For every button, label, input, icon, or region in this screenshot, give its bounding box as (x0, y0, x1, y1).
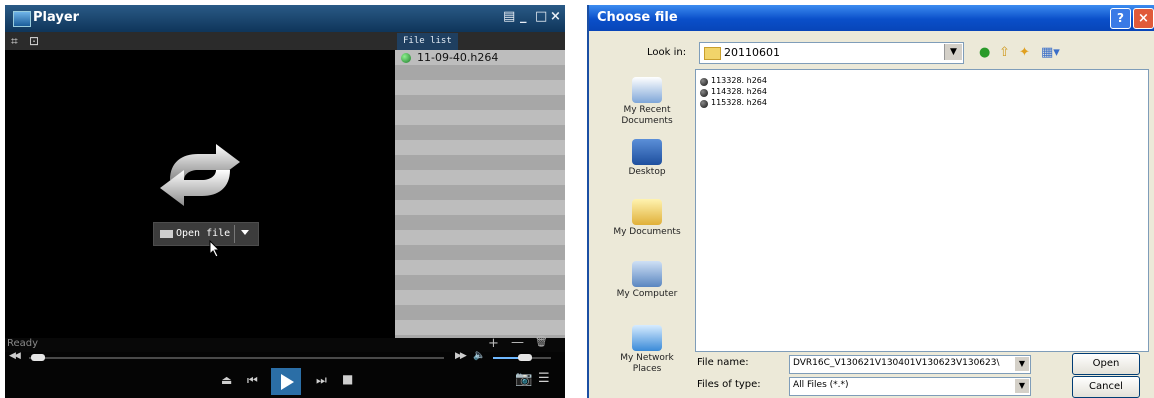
file-name-label: File name: (697, 357, 749, 368)
folder-icon (704, 47, 721, 60)
back-icon[interactable]: ● (979, 45, 990, 60)
fullscreen-icon[interactable]: ⌗ (11, 34, 18, 49)
video-file-icon (700, 100, 708, 108)
fast-forward-icon[interactable]: ▶▶ (455, 351, 467, 361)
menu-icon[interactable]: ▤ (503, 9, 515, 24)
open-button[interactable]: Open (1072, 353, 1140, 375)
player-toolbar: ⌗ ⊡ (5, 32, 395, 50)
close-button[interactable]: × (550, 9, 561, 24)
seek-handle[interactable] (31, 354, 45, 361)
mouse-cursor-icon (209, 240, 221, 258)
recent-documents-icon (632, 77, 662, 103)
open-file-button[interactable]: Open file (153, 222, 259, 246)
list-icon[interactable]: ☰ (538, 371, 550, 386)
repeat-icon (160, 144, 240, 206)
dialog-title-bar: Choose file ? × (589, 5, 1154, 31)
place-label: My Recent Documents (621, 105, 673, 126)
add-icon[interactable]: + (488, 336, 499, 351)
rewind-icon[interactable]: ◀◀ (9, 351, 21, 361)
desktop-icon (632, 139, 662, 165)
chevron-down-icon[interactable]: ▼ (1015, 357, 1029, 371)
camera-icon[interactable]: 📷 (515, 371, 532, 387)
choose-file-dialog: Choose file ? × Look in: 20110601 ▼ ● ⇧ … (587, 5, 1154, 398)
play-button[interactable] (271, 368, 301, 395)
look-in-label: Look in: (647, 47, 687, 58)
seek-bar[interactable] (29, 357, 444, 359)
view-menu-icon[interactable]: ▦▾ (1041, 45, 1060, 60)
player-title-bar: Player ▤ _ □ × (5, 5, 565, 32)
tab-file-list[interactable]: File list (397, 33, 458, 50)
eject-icon[interactable]: ⏏ (221, 373, 232, 387)
files-of-type-label: Files of type: (697, 379, 761, 390)
next-icon[interactable]: ⏭ (316, 373, 327, 388)
place-my-documents[interactable]: My Documents (607, 199, 687, 238)
chevron-down-icon[interactable] (241, 230, 249, 235)
player-app-icon (13, 11, 31, 27)
file-list: 11-09-40.h264 (395, 50, 565, 338)
playback-controls: ⏏ ⏮ ⏭ ■ 📷 ☰ (5, 364, 565, 398)
files-of-type-value: All Files (*.*) (793, 380, 849, 390)
file-name: 114328. h264 (711, 87, 767, 96)
dialog-title: Choose file (597, 10, 678, 25)
place-label: My Network Places (620, 353, 674, 374)
chevron-down-icon[interactable]: ▼ (944, 44, 962, 60)
place-label: My Computer (616, 289, 678, 299)
player-window: Player ▤ _ □ × ⌗ ⊡ Open file File list 1… (5, 5, 565, 398)
player-title: Player (33, 10, 80, 25)
folder-icon (160, 230, 173, 238)
divider (234, 225, 235, 243)
volume-handle[interactable] (518, 354, 532, 361)
files-of-type-select[interactable]: All Files (*.*) ▼ (789, 377, 1031, 396)
file-browser-list[interactable]: 113328. h264 114328. h264 115328. h264 (695, 69, 1149, 352)
maximize-button[interactable]: □ (535, 9, 547, 24)
places-bar: My Recent Documents Desktop My Documents… (607, 69, 687, 394)
place-desktop[interactable]: Desktop (607, 139, 687, 178)
remove-icon[interactable]: — (511, 335, 524, 350)
place-my-computer[interactable]: My Computer (607, 261, 687, 300)
file-list-panel: File list 11-09-40.h264 (395, 32, 565, 338)
file-name-field[interactable]: DVR16C_V130621V130401V130623V130623\ ▼ (789, 355, 1031, 374)
video-file-icon (700, 89, 708, 97)
minimize-button[interactable]: _ (520, 9, 527, 24)
look-in-select[interactable]: 20110601 ▼ (699, 42, 964, 64)
stop-icon[interactable]: ■ (342, 372, 353, 386)
help-button[interactable]: ? (1110, 8, 1131, 29)
speaker-icon[interactable]: 🔈 (473, 350, 485, 361)
my-documents-icon (632, 199, 662, 225)
my-computer-icon (632, 261, 662, 287)
new-folder-icon[interactable]: ✦ (1019, 45, 1030, 60)
file-name: 113328. h264 (711, 76, 767, 85)
dialog-close-button[interactable]: × (1133, 8, 1154, 29)
place-network[interactable]: My Network Places (607, 325, 687, 375)
window-mode-icon[interactable]: ⊡ (29, 34, 39, 48)
cancel-button[interactable]: Cancel (1072, 376, 1140, 398)
file-list-tabbar: File list (395, 32, 565, 50)
volume-level (493, 357, 519, 359)
file-name-value: DVR16C_V130621V130401V130623V130623\ (793, 358, 1000, 368)
previous-icon[interactable]: ⏮ (247, 373, 258, 388)
video-file-icon (700, 78, 708, 86)
status-text: Ready (7, 338, 39, 349)
list-item[interactable]: 11-09-40.h264 (395, 50, 565, 66)
place-label: My Documents (613, 227, 681, 237)
file-name: 11-09-40.h264 (417, 51, 499, 64)
video-file-icon (401, 53, 411, 63)
place-label: Desktop (628, 167, 666, 177)
chevron-down-icon[interactable]: ▼ (1015, 379, 1029, 393)
place-recent-documents[interactable]: My Recent Documents (607, 77, 687, 127)
seek-row: ◀◀ ▶▶ 🔈 (5, 350, 565, 364)
look-in-value: 20110601 (724, 46, 780, 59)
up-folder-icon[interactable]: ⇧ (999, 45, 1010, 60)
network-places-icon (632, 325, 662, 351)
open-file-label: Open file (176, 228, 231, 239)
file-name: 115328. h264 (711, 98, 767, 107)
play-icon (281, 374, 294, 390)
video-area[interactable]: Open file (5, 50, 395, 340)
trash-icon[interactable]: 🗑 (535, 337, 548, 348)
